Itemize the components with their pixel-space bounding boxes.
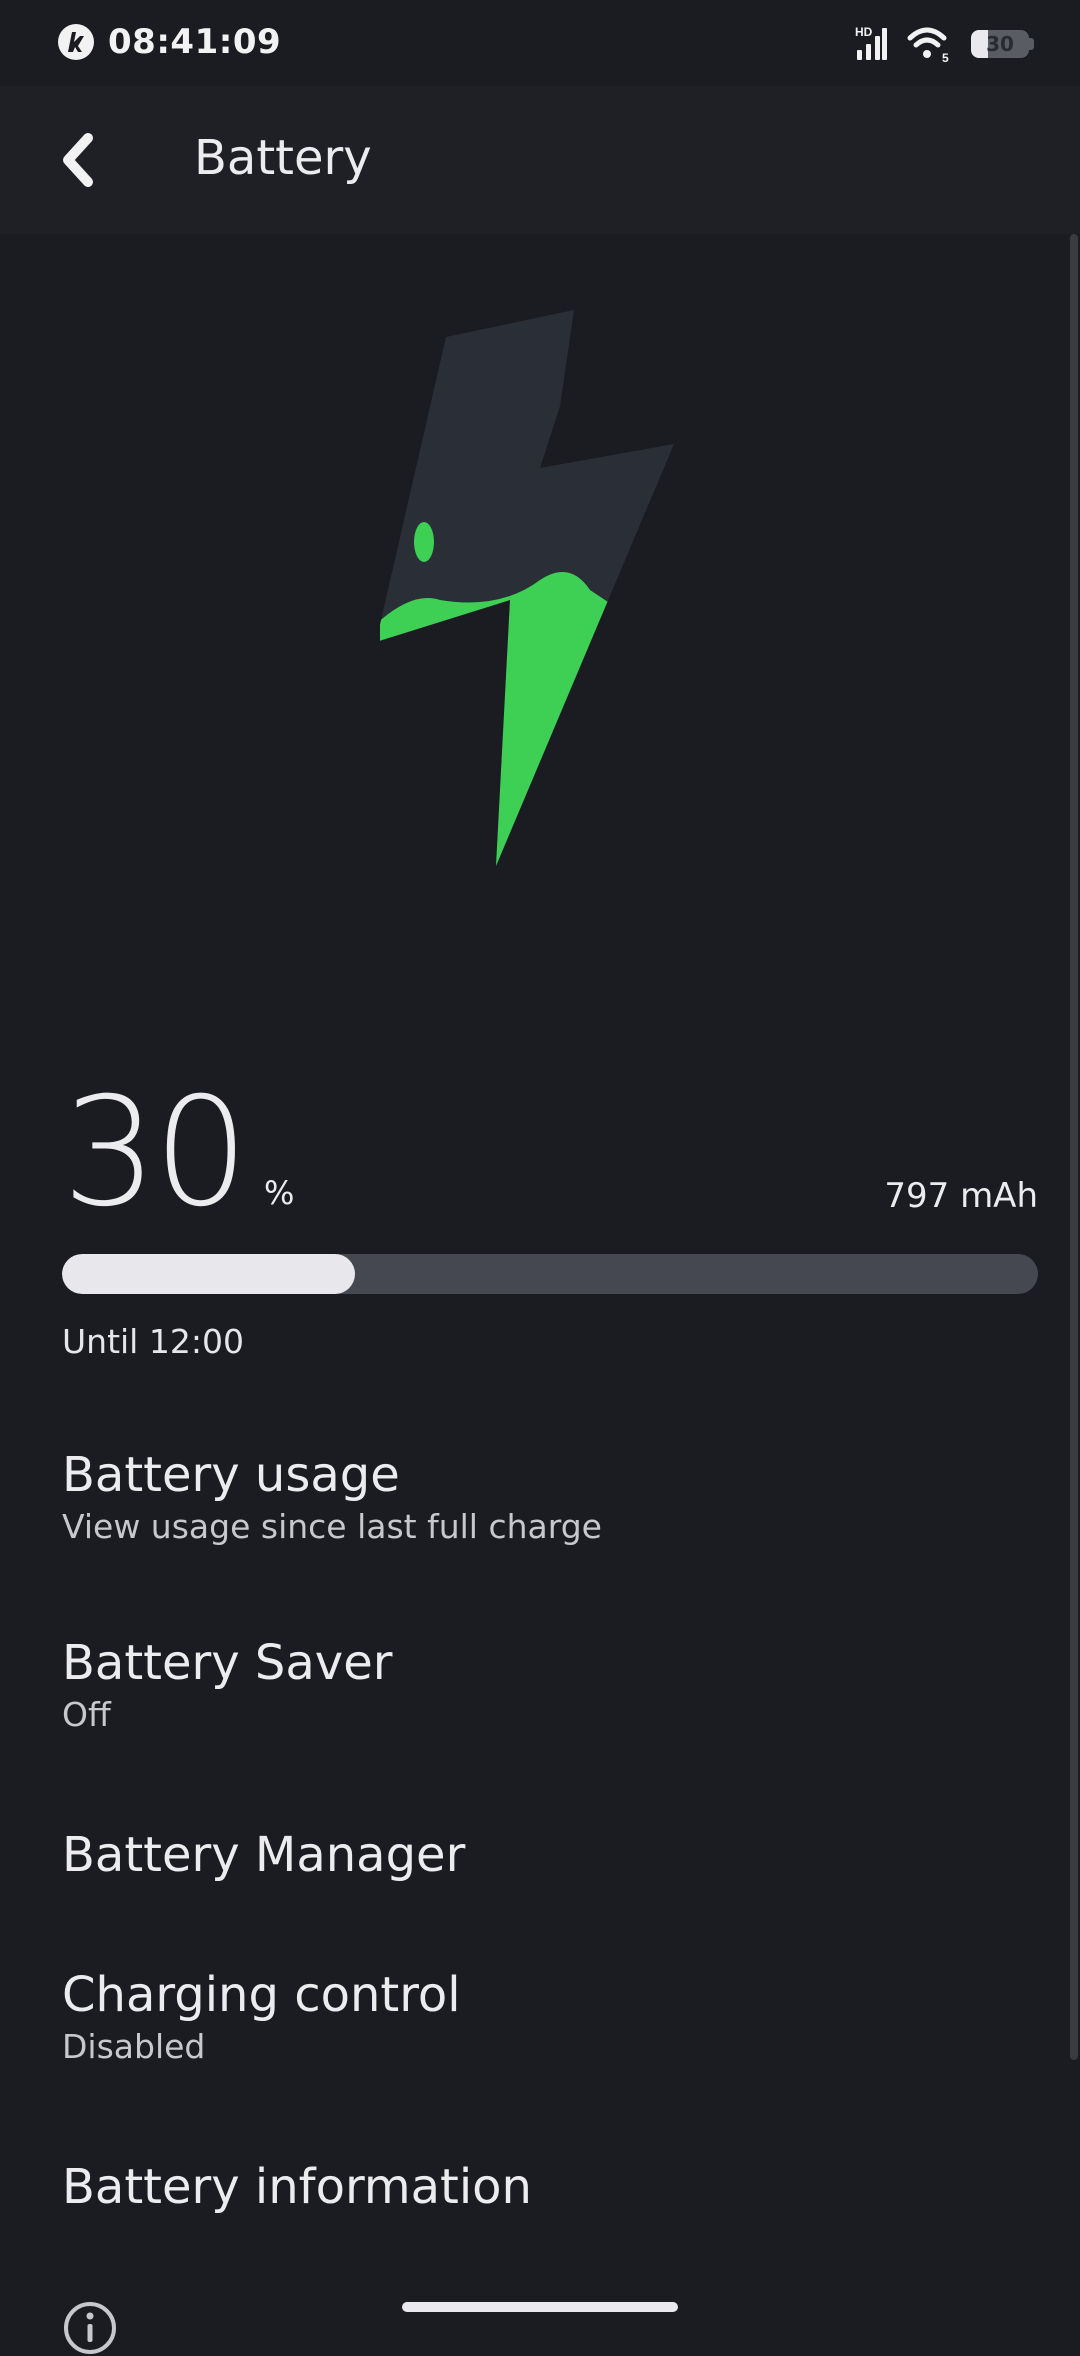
page-title: Battery [194, 130, 372, 186]
pref-title: Charging control [62, 1967, 461, 2023]
battery-percent-sign: % [264, 1174, 295, 1212]
pref-summary: Disabled [62, 2027, 206, 2066]
scrollbar[interactable] [1070, 234, 1078, 2060]
app-logo-icon [58, 24, 94, 60]
wifi-badge: 5 [942, 51, 949, 64]
pref-battery-manager[interactable]: Battery Manager [62, 1826, 1022, 1884]
battery-capacity: 797 mAh [884, 1176, 1038, 1216]
pref-title: Battery Saver [62, 1635, 393, 1691]
status-right: HD 5 30 [855, 24, 1034, 64]
pref-title: Battery information [62, 2159, 532, 2215]
pref-battery-saver[interactable]: Battery Saver Off [62, 1634, 1022, 1736]
network-badge: HD [855, 25, 873, 39]
battery-level-row: 30 % 797 mAh [62, 1078, 1038, 1228]
pref-battery-information[interactable]: Battery information [62, 2158, 1022, 2216]
battery-hero [0, 234, 1080, 934]
pref-charging-control[interactable]: Charging control Disabled [62, 1966, 1022, 2068]
battery-icon: 30 [971, 30, 1034, 58]
status-left: 08:41:09 [56, 22, 281, 62]
signal-icon: HD [855, 25, 887, 60]
battery-progress-fill [62, 1254, 355, 1294]
pref-summary: Off [62, 1695, 111, 1734]
back-button[interactable] [46, 128, 110, 192]
charging-bolt-icon [380, 310, 674, 866]
pref-battery-usage[interactable]: Battery usage View usage since last full… [62, 1446, 1022, 1548]
pref-title: Battery usage [62, 1447, 400, 1503]
status-time: 08:41:09 [108, 22, 282, 62]
battery-percent: 30 [62, 1066, 249, 1240]
home-indicator[interactable] [402, 2302, 678, 2312]
pref-title: Battery Manager [62, 1827, 466, 1883]
wifi-icon: 5 [907, 27, 949, 64]
battery-percent-text: 30 [986, 32, 1014, 56]
info-icon [64, 2302, 116, 2354]
app-bar: Battery [0, 86, 1080, 234]
back-chevron-icon [63, 133, 93, 187]
battery-until-text: Until 12:00 [62, 1322, 244, 1361]
battery-progress [62, 1254, 1038, 1294]
pref-summary: View usage since last full charge [62, 1507, 602, 1546]
status-bar: 08:41:09 HD 5 30 [0, 0, 1080, 86]
